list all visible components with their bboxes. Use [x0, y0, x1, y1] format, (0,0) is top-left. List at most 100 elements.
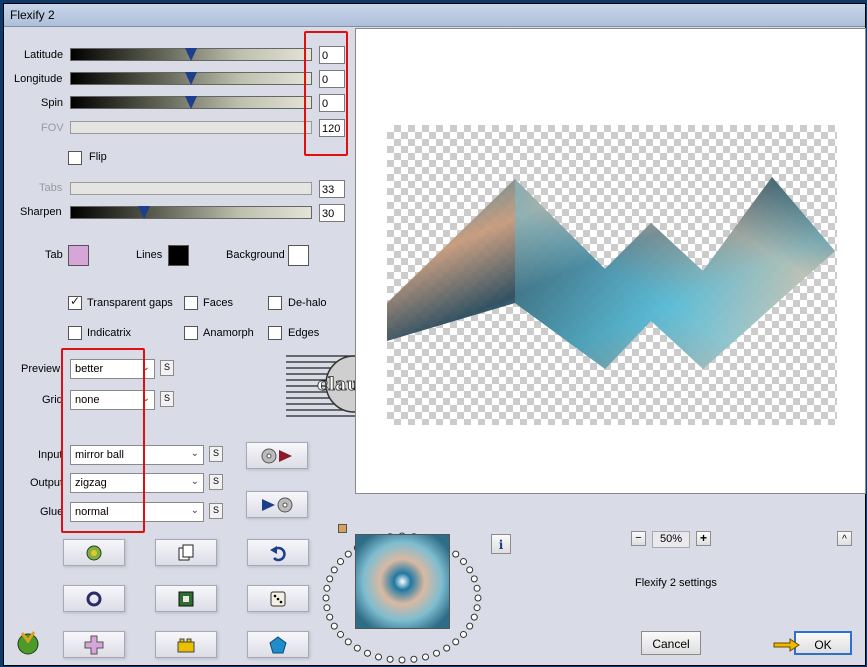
- sharpen-slider[interactable]: [70, 206, 312, 219]
- indicatrix-label: Indicatrix: [87, 327, 132, 339]
- gear-ball-icon: [86, 545, 102, 560]
- zoom-level: 50%: [652, 531, 690, 548]
- ring-dot[interactable]: [353, 644, 361, 652]
- fov-label: FOV: [41, 122, 64, 134]
- copy-button[interactable]: [155, 539, 217, 566]
- sharpen-input[interactable]: 30: [319, 204, 345, 222]
- sphere-preview-thumbnail: [355, 534, 450, 629]
- ring-dot[interactable]: [375, 653, 383, 661]
- preview-canvas[interactable]: [355, 28, 866, 494]
- ring-dot[interactable]: [459, 558, 467, 566]
- zigzag-preview-image: [387, 177, 835, 369]
- ring-dot[interactable]: [473, 604, 481, 612]
- ring-dot[interactable]: [330, 622, 338, 630]
- transparent-gaps-label: Transparent gaps: [87, 297, 173, 309]
- background-color-label: Background: [226, 249, 285, 261]
- faces-label: Faces: [203, 297, 233, 309]
- lines-color-swatch[interactable]: [168, 245, 189, 266]
- ring-dot[interactable]: [459, 630, 467, 638]
- ring-dot[interactable]: [452, 550, 460, 558]
- ring-dot[interactable]: [443, 644, 451, 652]
- input-s-button[interactable]: S: [209, 446, 223, 462]
- zoom-in-button[interactable]: +: [696, 531, 711, 546]
- zoom-out-button[interactable]: −: [631, 531, 646, 546]
- pentagon-icon: [269, 635, 287, 653]
- pentagon-button[interactable]: [247, 631, 309, 658]
- input-label: Input: [38, 449, 63, 461]
- ring-dot[interactable]: [466, 622, 474, 630]
- frame-icon: [178, 591, 194, 606]
- longitude-slider-thumb[interactable]: [185, 72, 197, 85]
- import-button[interactable]: [246, 442, 308, 469]
- title-bar: Flexify 2: [4, 4, 865, 27]
- edges-label: Edges: [288, 327, 320, 339]
- cross-button[interactable]: [63, 631, 125, 658]
- random-shape-button[interactable]: [63, 539, 125, 566]
- tab-color-swatch[interactable]: [68, 245, 89, 266]
- de-halo-checkbox[interactable]: [268, 296, 282, 310]
- ring-icon: [86, 591, 102, 606]
- tab-color-label: Tab: [45, 249, 63, 261]
- sharpen-slider-thumb[interactable]: [138, 206, 150, 219]
- ring-dot[interactable]: [386, 655, 394, 663]
- spin-slider[interactable]: [70, 96, 312, 109]
- transparent-gaps-checkbox[interactable]: [68, 294, 82, 310]
- ring-dot[interactable]: [337, 630, 345, 638]
- longitude-slider[interactable]: [70, 72, 312, 85]
- indicatrix-checkbox[interactable]: [68, 326, 82, 340]
- ring-dot[interactable]: [473, 584, 481, 592]
- ring-button[interactable]: [63, 585, 125, 612]
- faces-checkbox[interactable]: [184, 296, 198, 310]
- ring-dot[interactable]: [326, 575, 334, 583]
- tabs-slider: [70, 182, 312, 195]
- flip-label: Flip: [89, 151, 107, 163]
- tabs-label: Tabs: [39, 182, 63, 194]
- lego-block-icon: [177, 638, 195, 652]
- ring-dot[interactable]: [398, 656, 406, 664]
- info-button[interactable]: i: [491, 534, 511, 554]
- ring-dot[interactable]: [452, 638, 460, 646]
- de-halo-label: De-halo: [288, 297, 327, 309]
- ok-button[interactable]: OK: [794, 631, 852, 655]
- ring-dot[interactable]: [337, 558, 345, 566]
- ring-dot[interactable]: [323, 604, 331, 612]
- ring-dot[interactable]: [323, 584, 331, 592]
- output-s-button[interactable]: S: [209, 474, 223, 490]
- grid-s-button[interactable]: S: [160, 391, 174, 407]
- latitude-slider[interactable]: [70, 48, 312, 61]
- glue-s-button[interactable]: S: [209, 503, 223, 519]
- anamorph-checkbox[interactable]: [184, 326, 198, 340]
- dice-button[interactable]: [247, 585, 309, 612]
- export-button[interactable]: [246, 491, 308, 518]
- ring-dot[interactable]: [330, 566, 338, 574]
- ring-dot[interactable]: [470, 575, 478, 583]
- ring-dot[interactable]: [474, 594, 482, 602]
- anamorph-label: Anamorph: [203, 327, 254, 339]
- ring-dot[interactable]: [344, 550, 352, 558]
- latitude-slider-thumb[interactable]: [185, 48, 197, 61]
- tabs-input[interactable]: 33: [319, 180, 345, 198]
- block-button[interactable]: [155, 631, 217, 658]
- ring-dot[interactable]: [363, 649, 371, 657]
- flip-checkbox[interactable]: [68, 151, 82, 165]
- spin-slider-thumb[interactable]: [185, 96, 197, 109]
- frame-button[interactable]: [155, 585, 217, 612]
- ring-dot[interactable]: [466, 566, 474, 574]
- highlight-box-dropdowns: [61, 348, 145, 533]
- ring-dot[interactable]: [433, 649, 441, 657]
- ring-dot[interactable]: [410, 655, 418, 663]
- chevron-down-icon: ⌄: [190, 505, 199, 516]
- preview-s-button[interactable]: S: [160, 360, 174, 376]
- undo-button[interactable]: [247, 539, 309, 566]
- ring-dot[interactable]: [322, 594, 330, 602]
- ring-dot[interactable]: [470, 613, 478, 621]
- scroll-up-button[interactable]: ^: [837, 531, 852, 546]
- ring-dot[interactable]: [421, 653, 429, 661]
- background-color-swatch[interactable]: [288, 245, 309, 266]
- preview-label: Preview: [21, 363, 61, 375]
- chevron-down-icon: ⌄: [190, 476, 199, 487]
- ring-dot[interactable]: [344, 638, 352, 646]
- edges-checkbox[interactable]: [268, 326, 282, 340]
- cancel-button[interactable]: Cancel: [641, 631, 701, 655]
- ring-dot[interactable]: [326, 613, 334, 621]
